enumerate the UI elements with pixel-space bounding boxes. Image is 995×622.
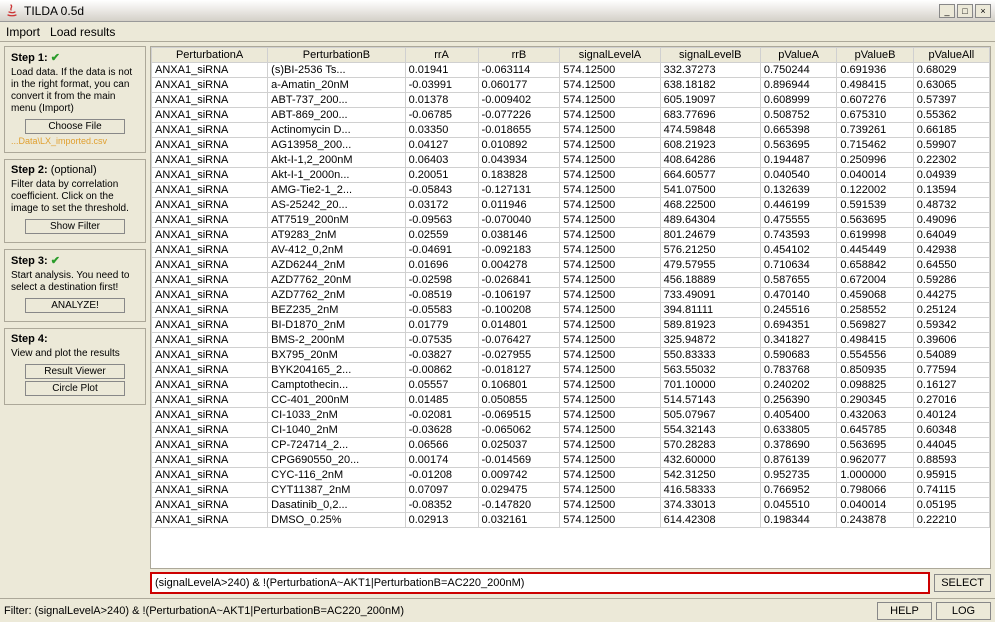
table-row[interactable]: ANXA1_siRNAAV-412_0,2nM-0.04691-0.092183… xyxy=(152,243,990,258)
table-row[interactable]: ANXA1_siRNACI-1033_2nM-0.02081-0.0695155… xyxy=(152,408,990,423)
step1-desc: Load data. If the data is not in the rig… xyxy=(11,67,139,115)
table-row[interactable]: ANXA1_siRNAAT9283_2nM0.025590.038146574.… xyxy=(152,228,990,243)
table-row[interactable]: ANXA1_siRNABMS-2_200nM-0.07535-0.0764275… xyxy=(152,333,990,348)
col-rrA[interactable]: rrA xyxy=(405,48,478,63)
table-row[interactable]: ANXA1_siRNACamptothecin...0.055570.10680… xyxy=(152,378,990,393)
check-icon: ✔ xyxy=(51,52,60,64)
col-pValueA[interactable]: pValueA xyxy=(760,48,836,63)
table-row[interactable]: ANXA1_siRNAAMG-Tie2-1_2...-0.05843-0.127… xyxy=(152,183,990,198)
window-title: TILDA 0.5d xyxy=(24,4,84,18)
table-row[interactable]: ANXA1_siRNAAkt-I-1_2000n...0.200510.1838… xyxy=(152,168,990,183)
maximize-button[interactable]: □ xyxy=(957,4,973,18)
help-button[interactable]: HELP xyxy=(877,602,932,620)
table-row[interactable]: ANXA1_siRNABI-D1870_2nM0.017790.01480157… xyxy=(152,318,990,333)
window-buttons: _ □ × xyxy=(939,4,991,18)
table-row[interactable]: ANXA1_siRNABEZ235_2nM-0.05583-0.10020857… xyxy=(152,303,990,318)
step2-title: Step 2: xyxy=(11,164,48,176)
check-icon: ✔ xyxy=(51,255,60,267)
panel-step1: Step 1: ✔ Load data. If the data is not … xyxy=(4,46,146,153)
table-row[interactable]: ANXA1_siRNACYT11387_2nM0.070970.02947557… xyxy=(152,483,990,498)
table-row[interactable]: ANXA1_siRNACI-1040_2nM-0.03628-0.0650625… xyxy=(152,423,990,438)
table-row[interactable]: ANXA1_siRNAAS-25242_20...0.031720.011946… xyxy=(152,198,990,213)
menu-import[interactable]: Import xyxy=(6,25,40,39)
menu-bar: Import Load results xyxy=(0,22,995,42)
table-row[interactable]: ANXA1_siRNAAT7519_200nM-0.09563-0.070040… xyxy=(152,213,990,228)
table-row[interactable]: ANXA1_siRNAAZD7762_2nM-0.08519-0.1061975… xyxy=(152,288,990,303)
log-button[interactable]: LOG xyxy=(936,602,991,620)
analyze-button[interactable]: ANALYZE! xyxy=(25,298,125,313)
step4-desc: View and plot the results xyxy=(11,348,139,360)
col-PerturbationB[interactable]: PerturbationB xyxy=(268,48,405,63)
minimize-button[interactable]: _ xyxy=(939,4,955,18)
col-pValueAll[interactable]: pValueAll xyxy=(913,48,989,63)
sidebar: Step 1: ✔ Load data. If the data is not … xyxy=(0,42,150,598)
col-pValueB[interactable]: pValueB xyxy=(837,48,913,63)
menu-load-results[interactable]: Load results xyxy=(50,25,115,39)
table-row[interactable]: ANXA1_siRNAAG13958_200...0.041270.010892… xyxy=(152,138,990,153)
select-button[interactable]: SELECT xyxy=(934,574,991,592)
panel-step3: Step 3: ✔ Start analysis. You need to se… xyxy=(4,249,146,322)
col-signalLevelA[interactable]: signalLevelA xyxy=(560,48,660,63)
table-row[interactable]: ANXA1_siRNACYC-116_2nM-0.012080.00974257… xyxy=(152,468,990,483)
title-bar: TILDA 0.5d _ □ × xyxy=(0,0,995,22)
filter-input-box xyxy=(150,572,930,594)
col-PerturbationA[interactable]: PerturbationA xyxy=(152,48,268,63)
table-row[interactable]: ANXA1_siRNABX795_20nM-0.03827-0.02795557… xyxy=(152,348,990,363)
data-table-wrap[interactable]: PerturbationAPerturbationBrrArrBsignalLe… xyxy=(150,46,991,569)
main-area: PerturbationAPerturbationBrrArrBsignalLe… xyxy=(150,42,995,598)
java-icon xyxy=(4,3,20,19)
table-row[interactable]: ANXA1_siRNABYK204165_2...-0.00862-0.0181… xyxy=(152,363,990,378)
table-row[interactable]: ANXA1_siRNAa-Amatin_20nM-0.039910.060177… xyxy=(152,78,990,93)
col-rrB[interactable]: rrB xyxy=(478,48,560,63)
table-row[interactable]: ANXA1_siRNAActinomycin D...0.03350-0.018… xyxy=(152,123,990,138)
panel-step4: Step 4: View and plot the results Result… xyxy=(4,328,146,405)
step3-desc: Start analysis. You need to select a des… xyxy=(11,270,139,294)
table-row[interactable]: ANXA1_siRNAAZD7762_20nM-0.02598-0.026841… xyxy=(152,273,990,288)
table-row[interactable]: ANXA1_siRNACPG690550_20...0.00174-0.0145… xyxy=(152,453,990,468)
choose-file-button[interactable]: Choose File xyxy=(25,119,125,134)
table-row[interactable]: ANXA1_siRNAAkt-I-1,2_200nM0.064030.04393… xyxy=(152,153,990,168)
table-row[interactable]: ANXA1_siRNAABT-737_200...0.01378-0.00940… xyxy=(152,93,990,108)
step2-sub: (optional) xyxy=(51,164,97,176)
data-table: PerturbationAPerturbationBrrArrBsignalLe… xyxy=(151,47,990,528)
step4-title: Step 4: xyxy=(11,333,48,345)
step3-title: Step 3: xyxy=(11,255,48,267)
col-signalLevelB[interactable]: signalLevelB xyxy=(660,48,760,63)
table-row[interactable]: ANXA1_siRNAABT-869_200...-0.06785-0.0772… xyxy=(152,108,990,123)
status-text: Filter: (signalLevelA>240) & !(Perturbat… xyxy=(4,605,873,617)
step2-desc: Filter data by correlation coefficient. … xyxy=(11,179,139,215)
filter-input[interactable] xyxy=(153,575,927,591)
show-filter-button[interactable]: Show Filter xyxy=(25,219,125,234)
file-note: ...Data\LX_imported.csv xyxy=(11,136,139,146)
table-row[interactable]: ANXA1_siRNA(s)BI-2536 Ts...0.01941-0.063… xyxy=(152,63,990,78)
table-row[interactable]: ANXA1_siRNACP-724714_2...0.065660.025037… xyxy=(152,438,990,453)
table-row[interactable]: ANXA1_siRNADMSO_0.25%0.029130.032161574.… xyxy=(152,513,990,528)
circle-plot-button[interactable]: Circle Plot xyxy=(25,381,125,396)
table-row[interactable]: ANXA1_siRNACC-401_200nM0.014850.05085557… xyxy=(152,393,990,408)
step1-title: Step 1: xyxy=(11,52,48,64)
close-button[interactable]: × xyxy=(975,4,991,18)
panel-step2: Step 2: (optional) Filter data by correl… xyxy=(4,159,146,243)
status-bar: Filter: (signalLevelA>240) & !(Perturbat… xyxy=(0,598,995,622)
table-row[interactable]: ANXA1_siRNADasatinib_0,2...-0.08352-0.14… xyxy=(152,498,990,513)
table-row[interactable]: ANXA1_siRNAAZD6244_2nM0.016960.004278574… xyxy=(152,258,990,273)
result-viewer-button[interactable]: Result Viewer xyxy=(25,364,125,379)
